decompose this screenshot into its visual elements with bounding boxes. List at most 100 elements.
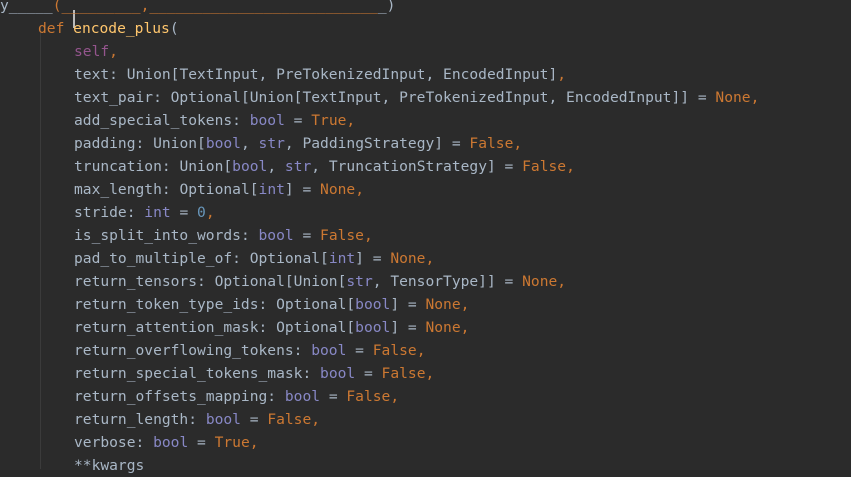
code-line[interactable]: max_length: Optional[int] = None, — [74, 178, 364, 201]
code-token: : — [126, 204, 145, 221]
code-token: , — [249, 434, 259, 451]
code-token: , — [363, 227, 373, 244]
code-line[interactable]: return_overflowing_tokens: bool = False, — [74, 339, 425, 362]
code-token: bool — [355, 319, 391, 336]
code-line[interactable]: add_special_tokens: bool = True, — [74, 109, 355, 132]
code-token: = — [293, 227, 321, 244]
code-line[interactable]: return_special_tokens_mask: bool = False… — [74, 362, 434, 385]
code-token: = — [346, 342, 373, 359]
code-token: return_overflowing_tokens — [74, 342, 294, 359]
code-token: : — [240, 227, 259, 244]
code-token: self — [74, 43, 110, 60]
code-token: bool — [320, 365, 356, 382]
code-token: , — [566, 158, 575, 175]
code-token: : — [302, 365, 321, 382]
code-token: None — [522, 273, 558, 290]
code-token: = — [240, 411, 268, 428]
code-token: , — [513, 135, 523, 152]
code-token: , — [240, 135, 259, 152]
code-token: , — [346, 112, 356, 129]
code-token: : — [293, 342, 312, 359]
code-token: = — [355, 365, 382, 382]
code-line[interactable]: return_length: bool = False, — [74, 408, 320, 431]
code-token: False — [372, 342, 417, 359]
code-line[interactable]: text_pair: Optional[Union[TextInput, Pre… — [74, 86, 759, 109]
code-token: None — [425, 296, 461, 313]
code-line[interactable]: return_token_type_ids: Optional[bool] = … — [74, 293, 469, 316]
code-token: , — [460, 319, 470, 336]
code-token: : — [188, 411, 206, 428]
code-line[interactable]: verbose: bool = True, — [74, 431, 259, 454]
code-line[interactable]: return_attention_mask: Optional[bool] = … — [74, 316, 469, 339]
code-token: False — [267, 411, 312, 428]
code-token: None — [715, 89, 751, 106]
code-token: None — [425, 319, 461, 336]
code-token: , — [460, 296, 470, 313]
code-token: None — [320, 181, 356, 198]
code-line[interactable]: is_split_into_words: bool = False, — [74, 224, 373, 247]
code-token: verbose — [74, 434, 136, 451]
code-token: bool — [249, 112, 285, 129]
code-token: str — [258, 135, 285, 152]
code-token: stride — [74, 204, 127, 221]
code-token: _) — [377, 0, 396, 14]
code-token: int — [258, 181, 285, 198]
code-token: , — [390, 388, 400, 405]
code-token: = — [188, 434, 215, 451]
code-token: False — [346, 388, 391, 405]
code-line[interactable]: text: Union[TextInput, PreTokenizedInput… — [74, 63, 566, 86]
code-token: = — [320, 388, 347, 405]
code-line[interactable]: **kwargs — [74, 454, 144, 477]
code-token: **kwargs — [74, 457, 145, 474]
code-token: return_tensors — [74, 273, 198, 290]
code-line[interactable]: def encode_plus( — [38, 17, 179, 40]
code-token: , — [557, 273, 567, 290]
code-token: : — [135, 434, 154, 451]
code-editor[interactable]: y_____(_________,_______________________… — [0, 0, 851, 474]
code-token: : Union[TextInput, PreTokenizedInput, En… — [109, 66, 558, 83]
code-token: text — [74, 66, 110, 83]
code-token: pad_to_multiple_of — [74, 250, 233, 267]
code-line[interactable]: return_offsets_mapping: bool = False, — [74, 385, 399, 408]
code-token: int — [328, 250, 356, 267]
code-token: bool — [355, 296, 391, 313]
code-line[interactable]: self, — [74, 40, 118, 63]
code-token: truncation — [74, 158, 162, 175]
code-token: , — [425, 250, 435, 267]
code-token: : — [232, 112, 250, 129]
code-token: str — [346, 273, 373, 290]
code-token: bool — [205, 135, 241, 152]
code-token: : Union[ — [161, 158, 233, 175]
code-token: add_special_tokens — [74, 112, 233, 129]
code-token: return_length — [74, 411, 189, 428]
code-line[interactable]: truncation: Union[bool, str, TruncationS… — [74, 155, 575, 178]
code-line[interactable]: stride: int = 0, — [74, 201, 215, 224]
code-token: , — [416, 342, 426, 359]
code-token: str — [284, 158, 312, 175]
code-line[interactable]: return_tensors: Optional[Union[str, Tens… — [74, 270, 566, 293]
code-token: ] = — [355, 250, 391, 267]
code-token: None — [390, 250, 426, 267]
code-token: bool — [284, 388, 321, 405]
code-token: : Optional[ — [161, 181, 259, 198]
code-token: , TensorType]] = — [372, 273, 523, 290]
code-token: bool — [311, 342, 347, 359]
code-token: False — [381, 365, 426, 382]
code-token: , — [267, 158, 285, 175]
code-token: , — [557, 66, 567, 83]
code-token: , TruncationStrategy] = — [311, 158, 523, 175]
code-token: False — [320, 227, 364, 244]
code-token: bool — [258, 227, 294, 244]
code-token: : Optional[Union[ — [197, 273, 347, 290]
code-token: return_special_tokens_mask — [74, 365, 303, 382]
code-token: True — [214, 434, 250, 451]
code-token: text_pair — [74, 89, 154, 106]
code-line[interactable]: y_____(_________,_______________________… — [0, 0, 395, 17]
code-line[interactable]: padding: Union[bool, str, PaddingStrateg… — [74, 132, 522, 155]
code-token: = — [170, 204, 198, 221]
code-token: ( — [169, 20, 179, 37]
code-token: 0 — [197, 204, 206, 221]
code-token: return_token_type_ids — [74, 296, 259, 313]
code-line[interactable]: pad_to_multiple_of: Optional[int] = None… — [74, 247, 434, 270]
code-token: : Optional[ — [258, 319, 356, 336]
